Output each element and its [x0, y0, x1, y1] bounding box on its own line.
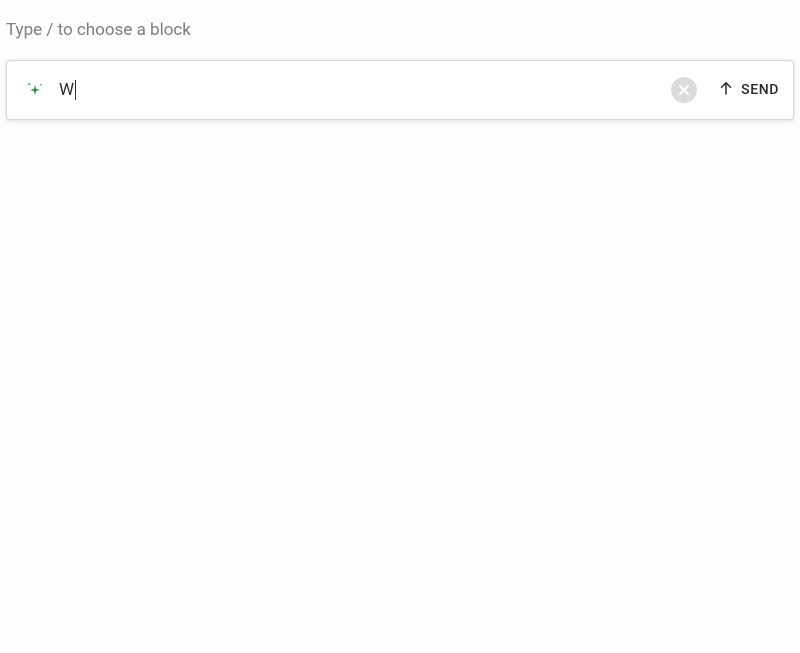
ai-input-container: W SEND: [6, 60, 794, 120]
send-label: SEND: [741, 82, 779, 98]
input-value: W: [59, 80, 74, 100]
text-cursor: [75, 80, 76, 100]
arrow-up-icon: [717, 79, 735, 101]
clear-button[interactable]: [671, 77, 697, 103]
ai-prompt-input[interactable]: W: [59, 80, 657, 100]
block-chooser-hint: Type / to choose a block: [0, 0, 800, 40]
sparkle-icon: [25, 80, 45, 100]
send-button[interactable]: SEND: [711, 79, 779, 101]
close-icon: [678, 81, 690, 100]
